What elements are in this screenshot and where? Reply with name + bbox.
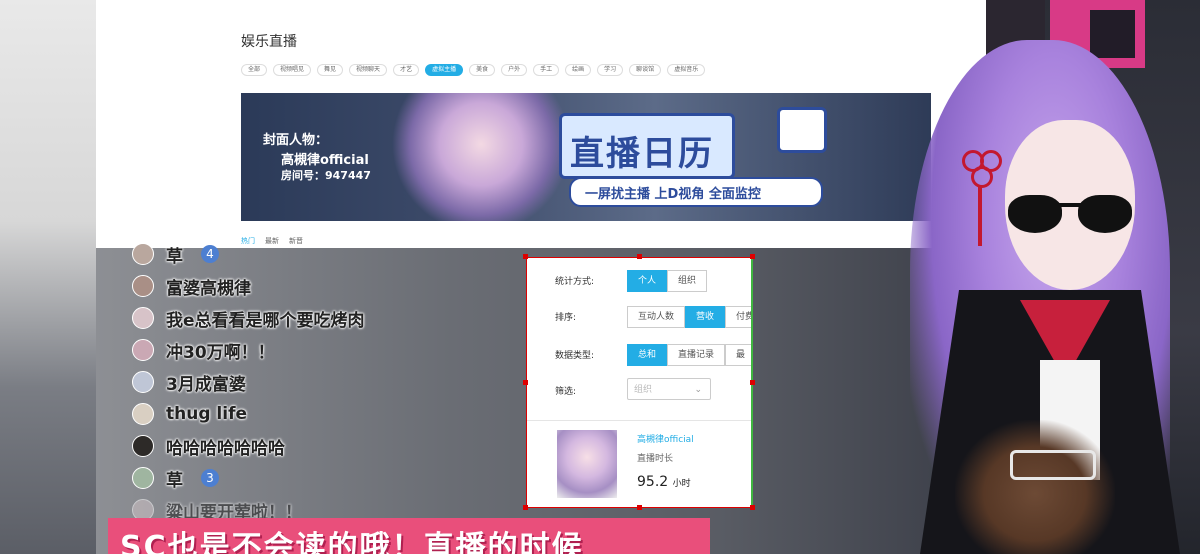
sort-toggle: 互动人数 营收 付费 bbox=[627, 306, 751, 328]
category-tag[interactable]: 学习 bbox=[597, 64, 624, 76]
stream-left-edge bbox=[0, 0, 96, 554]
chat-message-text: 草 bbox=[166, 470, 183, 491]
data-type-toggle: 总和 直播记录 最 bbox=[627, 344, 751, 366]
stat-mode-toggle: 个人 组织 bbox=[627, 270, 708, 292]
category-tag[interactable]: 虚拟音乐 bbox=[667, 64, 706, 76]
banner-cover-label: 封面人物： bbox=[263, 133, 329, 148]
chat-message: 富婆高槻律 bbox=[132, 272, 251, 300]
banner-logo-title: 直播日历 bbox=[570, 134, 714, 174]
category-tag[interactable]: 全部 bbox=[241, 64, 268, 76]
banner-cover-info: 封面人物： 高槻律official 房间号：947447 bbox=[241, 93, 391, 221]
stat-mode-personal-button[interactable]: 个人 bbox=[627, 270, 668, 292]
stats-panel: 统计方式: 个人 组织 排序: 互动人数 营收 付费 数据类型: 总和 直播记录… bbox=[526, 257, 753, 508]
chat-avatar[interactable] bbox=[132, 403, 154, 425]
category-tag[interactable]: 视频聊天 bbox=[349, 64, 388, 76]
metric-value: 95.2 bbox=[637, 474, 669, 490]
sort-revenue-button[interactable]: 营收 bbox=[685, 306, 726, 328]
chat-avatar[interactable] bbox=[132, 435, 154, 457]
banner-room-number: 房间号：947447 bbox=[281, 169, 371, 182]
subtitle-text: SC也是不会读的哦！直播的时候 bbox=[120, 530, 584, 554]
selection-handle[interactable] bbox=[523, 380, 528, 385]
category-tags: 全部 视频唱见 舞见 视频聊天 才艺 虚拟主播 美食 户外 手工 绘画 学习 聊谈馆 虚拟音乐 bbox=[241, 64, 706, 76]
filter-select[interactable]: 组织 ⌄ bbox=[627, 378, 711, 400]
category-tag[interactable]: 视频唱见 bbox=[273, 64, 312, 76]
chat-message-text: 我e总看看是哪个要吃烤肉 bbox=[166, 310, 365, 331]
data-type-label: 数据类型: bbox=[555, 351, 595, 361]
sort-label: 排序: bbox=[555, 313, 577, 323]
category-tag[interactable]: 绘画 bbox=[565, 64, 592, 76]
sunglasses-icon bbox=[1008, 195, 1138, 233]
filter-select-placeholder: 组织 bbox=[634, 385, 653, 395]
filter-label: 筛选: bbox=[555, 387, 577, 397]
chat-message: thug life bbox=[132, 400, 247, 428]
selection-handle[interactable] bbox=[523, 505, 528, 510]
category-tag[interactable]: 户外 bbox=[501, 64, 528, 76]
chat-message-text: 冲30万啊！！ bbox=[166, 342, 275, 363]
chat-message-text: 哈哈哈哈哈哈哈 bbox=[166, 438, 285, 459]
chat-avatar[interactable] bbox=[132, 275, 154, 297]
chat-message: 草4 bbox=[132, 240, 219, 268]
selection-handle[interactable] bbox=[637, 505, 642, 510]
category-tag[interactable]: 舞见 bbox=[317, 64, 344, 76]
metric-unit: 小时 bbox=[672, 479, 691, 489]
chat-avatar[interactable] bbox=[132, 371, 154, 393]
sort-paid-button[interactable]: 付费 bbox=[725, 306, 751, 328]
panel-divider bbox=[527, 420, 751, 421]
selection-handle[interactable] bbox=[637, 254, 642, 259]
chat-message-text: 3月成富婆 bbox=[166, 374, 246, 395]
danmaku-chat: 草 4 富婆高槻律 我e总看看是哪个要吃烤肉 冲30万啊！！ 3月成富婆 thug life… bbox=[132, 240, 452, 523]
banner-logo-box: 直播日历 bbox=[559, 113, 735, 179]
sort-interaction-button[interactable]: 互动人数 bbox=[627, 306, 686, 328]
banner-logo: 直播日历 一屏扰主播 上D视角 全面监控 bbox=[559, 107, 827, 207]
tv-mascot-icon bbox=[777, 107, 827, 153]
selection-handle[interactable] bbox=[750, 505, 755, 510]
banner-logo-subtitle-box: 一屏扰主播 上D视角 全面监控 bbox=[569, 177, 823, 207]
calendar-banner[interactable]: 封面人物： 高槻律official 房间号：947447 直播日历 一屏扰主播 … bbox=[241, 93, 931, 221]
chat-message-text: 富婆高槻律 bbox=[166, 278, 251, 299]
chat-message: 哈哈哈哈哈哈哈 bbox=[132, 432, 285, 460]
selection-handle[interactable] bbox=[523, 254, 528, 259]
repeat-count-badge: 3 bbox=[201, 469, 219, 487]
banner-character-image bbox=[391, 93, 571, 221]
streamer-name-link[interactable]: 高槻律official bbox=[637, 432, 694, 445]
page-title: 娱乐直播 bbox=[241, 34, 297, 50]
data-type-total-button[interactable]: 总和 bbox=[627, 344, 668, 366]
data-type-records-button[interactable]: 直播记录 bbox=[667, 344, 726, 366]
chat-message: 我e总看看是哪个要吃烤肉 bbox=[132, 304, 365, 332]
bear-mascot bbox=[955, 420, 1115, 554]
category-tag[interactable]: 聊谈馆 bbox=[629, 64, 662, 76]
vtuber-avatar bbox=[880, 0, 1200, 554]
banner-cover-name: 高槻律official bbox=[281, 153, 369, 168]
chat-message-text: 草 bbox=[166, 246, 183, 267]
subtitle-bar: SC也是不会读的哦！直播的时候 bbox=[108, 518, 710, 554]
category-tag[interactable]: 手工 bbox=[533, 64, 560, 76]
selection-handle[interactable] bbox=[750, 254, 755, 259]
streamer-avatar[interactable] bbox=[557, 430, 617, 498]
banner-logo-subtitle: 一屏扰主播 上D视角 全面监控 bbox=[585, 187, 761, 202]
chat-message: 冲30万啊！！ bbox=[132, 336, 275, 364]
goggles-icon bbox=[1010, 450, 1096, 480]
chat-avatar[interactable] bbox=[132, 307, 154, 329]
repeat-count-badge: 4 bbox=[201, 245, 219, 263]
stat-mode-org-button[interactable]: 组织 bbox=[667, 270, 708, 292]
hair-ornament-icon bbox=[962, 150, 1002, 250]
metric-value-wrap: 95.2 小时 bbox=[637, 474, 691, 490]
data-type-more-button[interactable]: 最 bbox=[725, 344, 751, 366]
chat-avatar[interactable] bbox=[132, 467, 154, 489]
chat-message-text: thug life bbox=[166, 404, 247, 424]
selection-handle[interactable] bbox=[750, 380, 755, 385]
chat-avatar[interactable] bbox=[132, 243, 154, 265]
chat-avatar[interactable] bbox=[132, 339, 154, 361]
category-tag[interactable]: 才艺 bbox=[393, 64, 420, 76]
chat-message: 3月成富婆 bbox=[132, 368, 246, 396]
chevron-down-icon: ⌄ bbox=[694, 385, 702, 395]
category-tag[interactable]: 虚拟主播 bbox=[425, 64, 464, 76]
stat-mode-label: 统计方式: bbox=[555, 277, 595, 287]
category-tag[interactable]: 美食 bbox=[469, 64, 496, 76]
chat-message: 草3 bbox=[132, 464, 219, 492]
metric-label: 直播时长 bbox=[637, 454, 674, 464]
